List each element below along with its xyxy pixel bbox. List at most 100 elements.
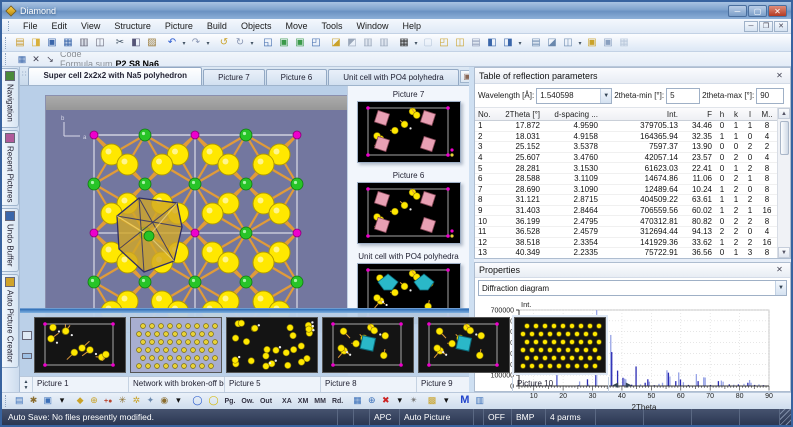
film-strip-mode-icon[interactable] <box>22 353 32 359</box>
tabbar-grip[interactable]: ∷ <box>22 72 26 82</box>
table-row[interactable]: 425.6073.476042057.1423.570204 <box>475 153 777 164</box>
film-strip-spinner[interactable]: ▲▼ <box>20 377 33 392</box>
mm-button[interactable]: MM <box>311 395 329 409</box>
tab-picture-6[interactable]: Picture 6 <box>266 69 328 85</box>
table-row[interactable]: 1340.3492.233575722.9136.560138 <box>475 248 777 258</box>
mdi-minimize-button[interactable]: ─ <box>744 21 758 32</box>
mdi-close-button[interactable]: ✕ <box>774 21 788 32</box>
out-button[interactable]: Out <box>257 395 275 409</box>
picture-tools-icon[interactable]: ✱ <box>27 394 41 408</box>
picture-blue-icon[interactable]: ◰ <box>308 35 324 50</box>
connect-atoms-icon[interactable]: ✳ <box>115 394 129 408</box>
gallery-icon[interactable]: ◫ <box>452 35 468 50</box>
toolbar-grip[interactable] <box>5 37 9 49</box>
print-preview-icon[interactable]: ◫ <box>92 35 108 50</box>
save-all-icon[interactable]: ▦ <box>60 35 76 50</box>
column-header-1[interactable]: 2Theta [°] <box>497 110 543 119</box>
table-row[interactable]: 218.0314.9158164365.9432.351104 <box>475 132 777 143</box>
film-thumbnail-picture-8[interactable] <box>322 317 414 373</box>
tab-picture-7[interactable]: Picture 7 <box>203 69 265 85</box>
sidebar-tab-recent-pictures[interactable]: Recent Pictures <box>2 130 19 206</box>
film-label-network-with-broken-off-bonds[interactable]: Network with broken-off bonds <box>129 377 225 392</box>
panel-dropdown[interactable]: ▾ <box>516 36 524 51</box>
paste-icon[interactable]: ▨ <box>144 35 160 50</box>
menu-item-help[interactable]: Help <box>396 20 429 32</box>
image-1-icon[interactable]: ▣ <box>584 35 600 50</box>
film-thumbnail-picture-10[interactable] <box>514 317 606 373</box>
grid-icon[interactable]: ▦ <box>616 35 632 50</box>
redo-icon[interactable]: ↷ <box>188 35 204 50</box>
column-header-7[interactable]: l <box>743 110 757 119</box>
new-picture-icon[interactable]: ◰ <box>436 35 452 50</box>
picture-list-icon[interactable]: ▤ <box>12 394 27 408</box>
maximize-button[interactable]: ▢ <box>748 5 767 17</box>
theta-max-input[interactable]: 90 <box>756 88 784 104</box>
table-view-icon[interactable]: ▦ <box>396 35 412 50</box>
ow-button[interactable]: Ow. <box>238 395 257 409</box>
new-document-icon[interactable]: ▤ <box>12 35 28 50</box>
film-thumbnail-picture-1[interactable] <box>34 317 126 373</box>
table-dropdown[interactable]: ▾ <box>412 36 420 51</box>
update-icon[interactable]: ↺ <box>216 35 232 50</box>
canvas-area[interactable]: ba Picture 7Picture 6Unit cell with PO4 … <box>20 85 469 392</box>
menu-item-objects[interactable]: Objects <box>234 20 279 32</box>
minimize-button[interactable]: ─ <box>728 5 747 17</box>
view-3-icon[interactable]: ◫ <box>560 35 576 50</box>
menu-item-build[interactable]: Build <box>200 20 234 32</box>
picture-card-thumbnail[interactable] <box>357 101 461 163</box>
wavelength-combo[interactable]: 1.540598 ▼ <box>536 88 612 104</box>
open-file-icon[interactable]: ◨ <box>28 35 44 50</box>
theta-min-input[interactable]: 5 <box>666 88 700 104</box>
column-header-2[interactable]: d-spacing ... <box>543 110 601 119</box>
layout-b-icon[interactable]: ▥ <box>360 35 376 50</box>
reflection-panel-close-icon[interactable]: ✕ <box>773 70 786 82</box>
film-strip-nav[interactable]: ◀▶ <box>609 377 635 392</box>
scroll-down-icon[interactable]: ▼ <box>778 247 790 258</box>
menu-item-edit[interactable]: Edit <box>45 20 75 32</box>
copy-icon[interactable]: ◧ <box>128 35 144 50</box>
structure-picture[interactable]: ba <box>46 96 364 332</box>
column-header-0[interactable]: No. <box>475 110 497 119</box>
structbar-grip[interactable] <box>5 53 9 65</box>
layout-a-icon[interactable]: ◩ <box>344 35 360 50</box>
reflection-table-scrollbar[interactable]: ▲ ▼ <box>777 108 790 258</box>
menu-grip[interactable] <box>8 21 11 31</box>
print-icon[interactable]: ▥ <box>76 35 92 50</box>
column-header-4[interactable]: F <box>681 110 715 119</box>
table-row[interactable]: 931.4032.8464706559.5660.0212116 <box>475 206 777 217</box>
film-label-picture-9[interactable]: Picture 9 <box>417 377 513 392</box>
tab-unit-cell-po4[interactable]: Unit cell with PO4 polyhedra <box>328 69 459 85</box>
rebuild-icon[interactable]: ↻ <box>232 35 248 50</box>
colors-icon[interactable]: ▩ <box>425 394 440 408</box>
picture-green2-icon[interactable]: ▣ <box>292 35 308 50</box>
film-label-picture-10[interactable]: Picture 10 <box>513 377 609 392</box>
menu-item-move[interactable]: Move <box>278 20 314 32</box>
destroy-dropdown[interactable]: ▾ <box>393 394 407 408</box>
network-icon[interactable]: ✲ <box>129 394 143 408</box>
scroll-up-icon[interactable]: ▲ <box>778 108 790 119</box>
column-header-6[interactable]: k <box>729 110 743 119</box>
tab-super-cell[interactable]: Super cell 2x2x2 with Na5 polyhedron <box>28 67 202 85</box>
blank-swatch-icon[interactable]: ▢ <box>420 35 436 50</box>
table-row[interactable]: 117.8724.9590379705.1334.460118 <box>475 121 777 132</box>
redo-dropdown[interactable]: ▾ <box>204 36 212 51</box>
layout-c-icon[interactable]: ▥ <box>376 35 392 50</box>
copy-picture-icon[interactable]: ◪ <box>328 35 344 50</box>
crystal-structure-scene[interactable]: ba <box>46 110 364 332</box>
table-row[interactable]: 528.2813.153061623.0322.410128 <box>475 163 777 174</box>
close-button[interactable]: ✕ <box>768 5 787 17</box>
blue-ring-icon[interactable]: ◯ <box>189 394 205 408</box>
table-row[interactable]: 728.6903.109012489.6410.241208 <box>475 185 777 196</box>
table-row[interactable]: 831.1212.8715404509.2263.611128 <box>475 195 777 206</box>
pg-button[interactable]: Pg. <box>222 395 239 409</box>
properties-selector[interactable]: Diffraction diagram ▼ <box>478 280 787 296</box>
film-thumbnail-network-with-broken-off-bonds[interactable] <box>130 317 222 373</box>
origin-icon[interactable]: ⊕ <box>365 394 379 408</box>
picture-card-2[interactable]: Picture 6 <box>354 171 463 244</box>
bond-style-icon[interactable]: ✴ <box>407 394 421 408</box>
picture-green1-icon[interactable]: ▣ <box>276 35 292 50</box>
scroll-thumb[interactable] <box>780 121 789 155</box>
colors-dropdown[interactable]: ▾ <box>439 394 453 408</box>
molecule-m-icon[interactable]: M <box>457 393 472 407</box>
xa-button[interactable]: XA <box>279 395 295 409</box>
